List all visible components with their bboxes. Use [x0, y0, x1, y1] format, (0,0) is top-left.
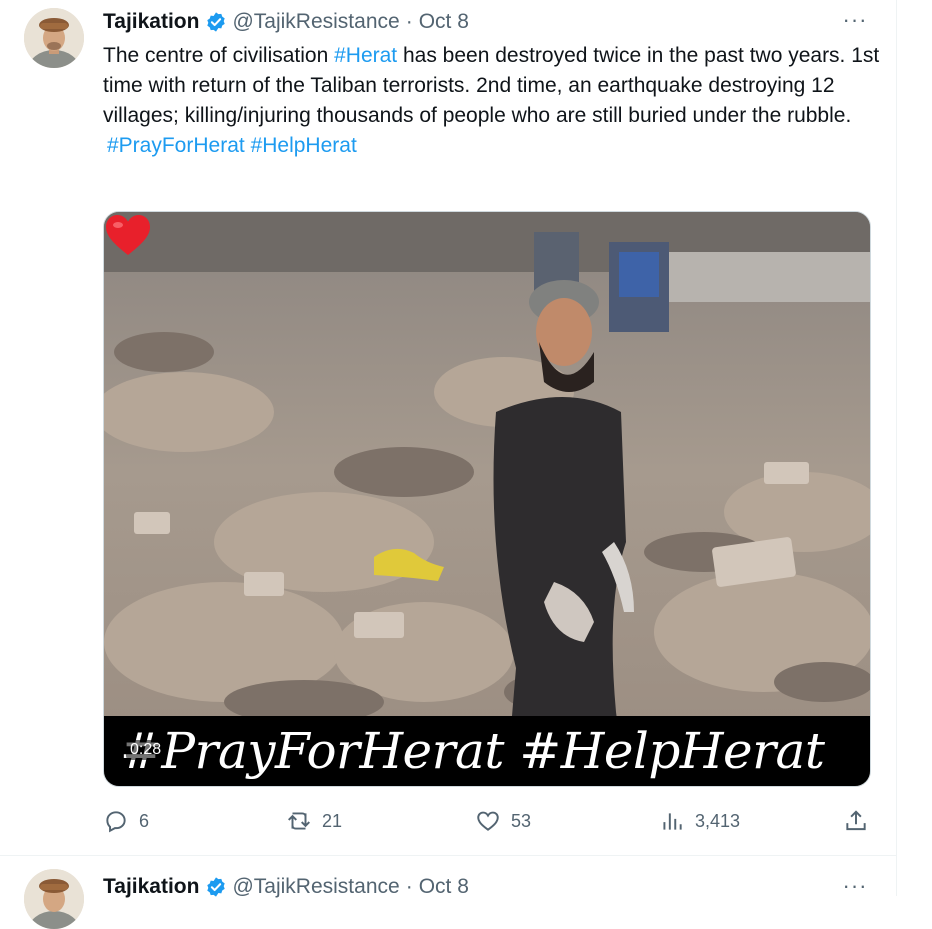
- heart-outline-icon: [477, 811, 499, 831]
- tweet-header: Tajikation @TajikResistance · Oct 8: [103, 872, 469, 902]
- separator-dot: ·: [405, 875, 413, 898]
- tweet-actions: 6 21 53 3,413: [103, 804, 871, 838]
- views-button[interactable]: 3,413: [659, 804, 740, 838]
- verified-badge-icon: [207, 877, 226, 897]
- video-frame: [104, 212, 870, 786]
- hashtag-link[interactable]: #HelpHerat: [251, 134, 357, 157]
- author-name[interactable]: Tajikation: [103, 10, 199, 34]
- share-button[interactable]: [843, 804, 879, 838]
- red-heart-icon: [106, 215, 150, 255]
- tweet-feed: Tajikation @TajikResistance · Oct 8 ··· …: [0, 0, 897, 929]
- video-duration: 0:28: [126, 740, 166, 760]
- tweet-date[interactable]: Oct 8: [419, 875, 469, 899]
- avatar[interactable]: [24, 869, 84, 929]
- tweet-date[interactable]: Oct 8: [419, 10, 469, 34]
- view-count: 3,413: [695, 810, 741, 831]
- video-caption: #PrayForHerat #HelpHerat: [120, 722, 825, 780]
- right-gutter: [897, 0, 932, 896]
- reply-count: 6: [139, 810, 150, 831]
- reply-button[interactable]: 6: [103, 804, 149, 838]
- author-handle[interactable]: @TajikResistance: [232, 875, 399, 899]
- tweet-header: Tajikation @TajikResistance · Oct 8: [103, 7, 469, 37]
- retweet-icon: [288, 812, 310, 830]
- author-handle[interactable]: @TajikResistance: [232, 10, 399, 34]
- tweet-text-part: The centre of civilisation: [103, 44, 335, 67]
- more-options-icon[interactable]: ···: [841, 7, 869, 32]
- retweet-button[interactable]: 21: [286, 804, 342, 838]
- hashtag-link[interactable]: #Herat: [334, 44, 397, 67]
- like-count: 53: [511, 810, 532, 831]
- video-player[interactable]: #PrayForHerat #HelpHerat 0:28: [103, 211, 871, 787]
- avatar[interactable]: [24, 8, 84, 68]
- reply-icon: [106, 811, 126, 833]
- tweet-text: The centre of civilisation #Herat has be…: [103, 41, 883, 161]
- tweet[interactable]: Tajikation @TajikResistance · Oct 8 ··· …: [0, 0, 897, 856]
- verified-badge-icon: [207, 12, 226, 32]
- tweet[interactable]: Tajikation @TajikResistance · Oct 8 ···: [0, 857, 897, 929]
- separator-dot: ·: [405, 10, 413, 33]
- like-button[interactable]: 53: [475, 804, 531, 838]
- share-icon: [846, 810, 866, 831]
- more-options-icon[interactable]: ···: [841, 873, 869, 898]
- author-name[interactable]: Tajikation: [103, 875, 199, 899]
- retweet-count: 21: [322, 810, 343, 831]
- views-bar-chart-icon: [663, 813, 682, 830]
- hashtag-link[interactable]: #PrayForHerat: [107, 134, 245, 157]
